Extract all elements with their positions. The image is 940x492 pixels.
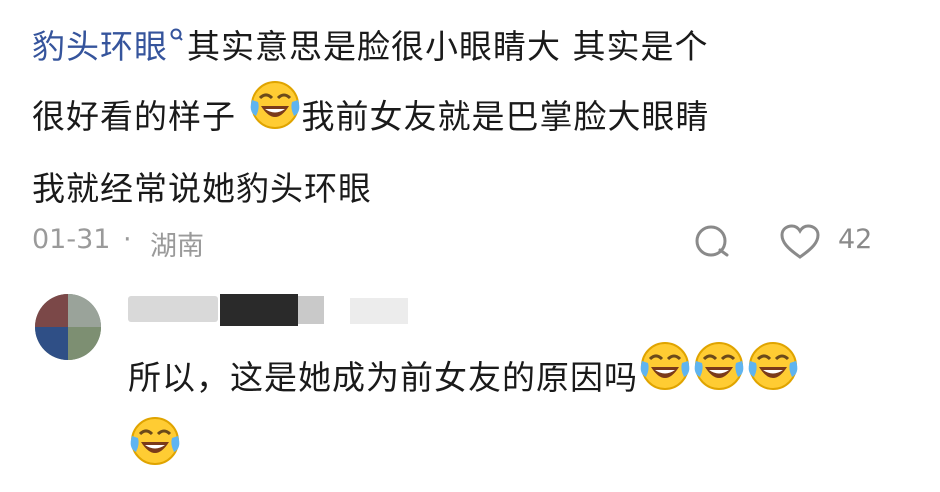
heart-icon[interactable] (777, 222, 827, 262)
comment-location: 湖南 (150, 231, 204, 262)
redaction-block (350, 298, 408, 324)
tears-of-joy-emoji-icon (128, 414, 182, 489)
avatar-segment (35, 294, 68, 327)
comment-date: 01-31 (32, 224, 111, 255)
meta-separator: · (123, 224, 132, 255)
avatar-segment (68, 294, 101, 327)
comment-body: 豹头环眼 其实意思是脸很小眼睛大 其实是个 很好看的样子 我前女友就是巴掌脸大眼睛… (32, 14, 912, 221)
avatar-segment (68, 327, 101, 360)
comment-text-line2b: 我前女友就是巴掌脸大眼睛 (301, 97, 710, 136)
tears-of-joy-emoji-icon (638, 339, 692, 414)
avatar[interactable] (35, 294, 101, 360)
redaction-block (298, 296, 324, 324)
username-redacted[interactable] (128, 292, 408, 332)
tears-of-joy-emoji-icon (248, 78, 302, 153)
tears-of-joy-emoji-icon (746, 339, 800, 414)
comment-text-line2a: 很好看的样子 (32, 97, 236, 136)
reply-bubble-icon[interactable] (692, 222, 732, 262)
avatar-segment (35, 327, 68, 360)
comment-meta: 01-31 · 湖南 42 (32, 222, 912, 262)
reply-item: 所以，这是她成为前女友的原因吗 (0, 280, 940, 482)
redaction-block (220, 294, 298, 326)
reply-text-container: 所以，这是她成为前女友的原因吗 (128, 342, 918, 492)
tears-of-joy-emoji-icon (692, 339, 746, 414)
comment-text-line1: 其实意思是脸很小眼睛大 其实是个 (187, 27, 709, 66)
comment-text-line3: 我就经常说她豹头环眼 (32, 169, 372, 208)
highlight-link[interactable]: 豹头环眼 (32, 27, 168, 66)
like-count: 42 (838, 224, 873, 255)
search-icon[interactable] (169, 0, 185, 65)
redaction-block (128, 296, 218, 322)
reply-text: 所以，这是她成为前女友的原因吗 (128, 358, 638, 397)
